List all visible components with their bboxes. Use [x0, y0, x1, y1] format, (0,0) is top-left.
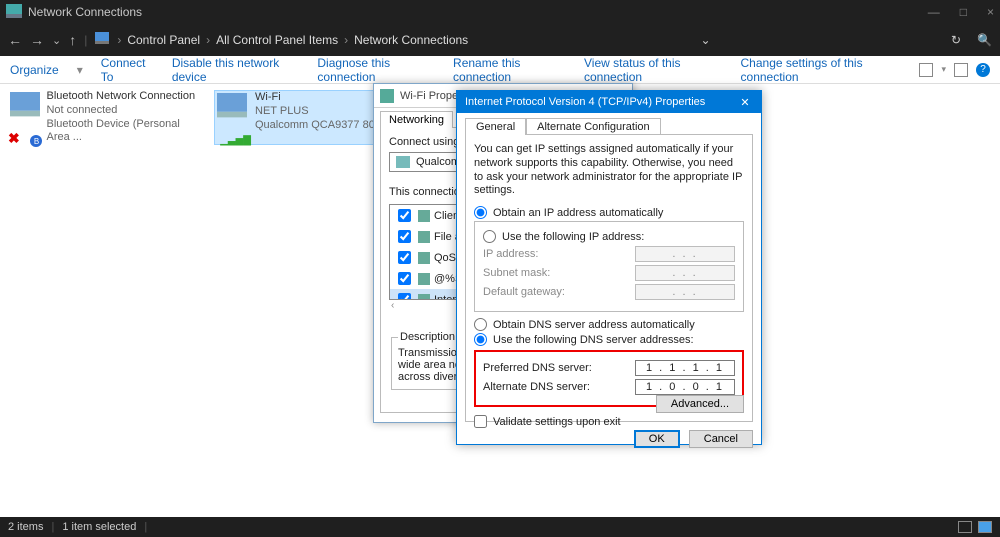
maximize-button[interactable]: □ [960, 5, 967, 19]
protocol-icon [418, 273, 430, 285]
nav-bar: ← → ⌄ ↑ | › Control Panel › All Control … [0, 24, 1000, 56]
adapter-name: Bluetooth Network Connection [46, 90, 200, 104]
network-icon [6, 4, 22, 20]
back-arrow-icon[interactable]: ← [8, 32, 22, 48]
large-icons-view-icon[interactable] [978, 521, 992, 533]
error-x-icon: ✖ [8, 130, 20, 147]
preferred-dns-label: Preferred DNS server: [483, 362, 627, 374]
ok-button[interactable]: OK [634, 430, 680, 448]
view-status[interactable]: View status of this connection [584, 56, 723, 84]
subnet-label: Subnet mask: [483, 267, 627, 279]
crumb-0[interactable]: Control Panel [127, 33, 200, 47]
breadcrumb-dropdown-icon[interactable]: ⌄ [701, 33, 711, 47]
cancel-button[interactable]: Cancel [689, 430, 753, 448]
organize-menu[interactable]: Organize [10, 63, 59, 77]
help-icon[interactable]: ? [976, 63, 990, 77]
preferred-dns-field[interactable]: 1 . 1 . 1 . 1 [635, 360, 735, 376]
validate-checkbox[interactable] [474, 415, 487, 428]
description-label: Description [398, 331, 457, 343]
protocol-icon [418, 210, 430, 222]
ipv4-properties-dialog: Internet Protocol Version 4 (TCP/IPv4) P… [456, 90, 762, 445]
protocol-checkbox[interactable] [398, 209, 411, 222]
wifi-adapter-icon [217, 93, 247, 123]
ip-address-field: . . . [635, 246, 735, 262]
recent-chevron-icon[interactable]: ⌄ [52, 34, 61, 47]
details-view-icon[interactable] [958, 521, 972, 533]
view-options-icon[interactable] [919, 63, 933, 77]
command-bar: Organize▾ Connect To Disable this networ… [0, 56, 1000, 84]
protocol-checkbox[interactable] [398, 251, 411, 264]
radio-manual-ip[interactable] [483, 230, 496, 243]
protocol-checkbox[interactable] [398, 293, 411, 300]
adapter-device: Bluetooth Device (Personal Area ... [46, 118, 200, 146]
disable-device[interactable]: Disable this network device [172, 56, 300, 84]
protocol-icon [418, 252, 430, 264]
forward-arrow-icon[interactable]: → [30, 32, 44, 48]
dialog-close-icon[interactable]: ✕ [737, 96, 753, 109]
intro-text: You can get IP settings assigned automat… [474, 143, 744, 198]
preview-pane-icon[interactable] [954, 63, 968, 77]
refresh-icon[interactable]: ↻ [951, 33, 961, 47]
crumb-1[interactable]: All Control Panel Items [216, 33, 338, 47]
adapter-status: Not connected [46, 104, 200, 118]
search-icon[interactable]: 🔍 [977, 33, 992, 47]
gateway-field: . . . [635, 284, 735, 300]
adapter-bluetooth[interactable]: ✖ B Bluetooth Network Connection Not con… [10, 90, 200, 145]
close-button[interactable]: × [987, 5, 994, 19]
radio-auto-ip[interactable] [474, 206, 487, 219]
protocol-checkbox[interactable] [398, 230, 411, 243]
tab-networking[interactable]: Networking [380, 111, 453, 128]
pc-icon [95, 32, 109, 49]
radio-manual-ip-label: Use the following IP address: [502, 231, 644, 243]
crumb-2[interactable]: Network Connections [354, 33, 468, 47]
wifi-dialog-icon [380, 89, 394, 103]
titlebar: Network Connections — □ × [0, 0, 1000, 24]
connect-to[interactable]: Connect To [101, 56, 154, 84]
diagnose-connection[interactable]: Diagnose this connection [317, 56, 435, 84]
change-settings[interactable]: Change settings of this connection [741, 56, 902, 84]
minimize-button[interactable]: — [928, 5, 940, 19]
alternate-dns-field[interactable]: 1 . 0 . 0 . 1 [635, 379, 735, 395]
status-bar: 2 items | 1 item selected | [0, 517, 1000, 537]
window-title: Network Connections [28, 5, 142, 19]
radio-manual-dns[interactable] [474, 333, 487, 346]
tab-general[interactable]: General [465, 118, 526, 135]
nic-icon [396, 156, 410, 168]
radio-manual-dns-label: Use the following DNS server addresses: [493, 334, 694, 346]
advanced-button[interactable]: Advanced... [656, 395, 744, 413]
alternate-dns-label: Alternate DNS server: [483, 381, 627, 393]
tab-alternate[interactable]: Alternate Configuration [526, 118, 661, 135]
radio-auto-dns[interactable] [474, 318, 487, 331]
signal-bars-icon: ▁▃▅▇ [220, 135, 251, 146]
protocol-checkbox[interactable] [398, 272, 411, 285]
breadcrumb[interactable]: › Control Panel › All Control Panel Item… [117, 33, 468, 47]
up-arrow-icon[interactable]: ↑ [69, 32, 76, 48]
validate-label: Validate settings upon exit [493, 416, 621, 428]
radio-auto-ip-label: Obtain an IP address automatically [493, 207, 663, 219]
ip-address-label: IP address: [483, 248, 627, 260]
rename-connection[interactable]: Rename this connection [453, 56, 566, 84]
bluetooth-icon: B [30, 135, 42, 147]
protocol-icon [418, 231, 430, 243]
status-selected: 1 item selected [62, 521, 136, 533]
gateway-label: Default gateway: [483, 286, 627, 298]
ipv4-dialog-title: Internet Protocol Version 4 (TCP/IPv4) P… [465, 96, 705, 108]
subnet-field: . . . [635, 265, 735, 281]
radio-auto-dns-label: Obtain DNS server address automatically [493, 319, 695, 331]
status-item-count: 2 items [8, 521, 43, 533]
bluetooth-adapter-icon [10, 92, 40, 122]
